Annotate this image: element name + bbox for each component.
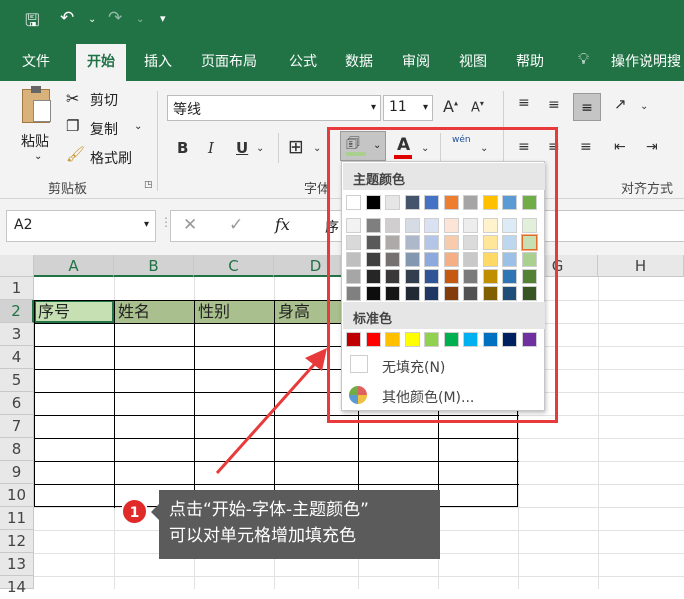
row-header[interactable]: 11 [0,507,34,530]
redo-icon[interactable]: ↷ [108,8,122,28]
tab-file[interactable]: 文件 [22,51,50,71]
step-badge: 1 [121,498,148,525]
format-painter-button[interactable]: 格式刷 [90,148,132,168]
align-middle-icon[interactable]: ≡ [548,97,560,113]
clipboard-group-label: 剪贴板 [48,182,88,197]
grow-font-icon[interactable]: A▴ [443,97,458,116]
table-header-cell[interactable]: 姓名 [114,300,150,323]
separator [278,133,279,163]
font-name-value: 等线 [173,102,201,118]
chevron-down-icon[interactable]: ⌄ [34,151,42,162]
paste-icon[interactable] [22,86,51,123]
row-header[interactable]: 8 [0,438,34,461]
save-icon[interactable]: 🖫 [25,8,39,37]
column-header-c[interactable]: C [194,255,274,277]
row-header[interactable]: 7 [0,415,34,438]
chevron-down-icon[interactable]: ⌄ [313,143,321,154]
select-all-corner[interactable] [0,255,34,277]
row-header[interactable]: 9 [0,461,34,484]
dialog-launcher-icon[interactable]: ◳ [144,180,153,190]
chevron-down-icon[interactable]: ⌄ [256,143,264,154]
paste-button[interactable]: 粘贴 [21,131,49,151]
row-header[interactable]: 6 [0,392,34,415]
enter-icon[interactable]: ✓ [229,215,243,235]
callout-pointer [151,504,159,520]
scissors-icon: ✂ [66,89,80,108]
row-header[interactable]: 12 [0,530,34,553]
row-header[interactable]: 3 [0,323,34,346]
underline-button[interactable]: U [236,139,248,157]
chevron-down-icon[interactable]: ⌄ [134,121,142,132]
cancel-icon[interactable]: ✕ [183,215,197,235]
quick-access-toolbar: 🖫 ↶ ⌄ ↷ ⌄ ▾ [0,0,684,40]
table-header-cell[interactable]: 身高 [274,300,310,323]
table-header-cell[interactable]: 序号 [34,300,70,323]
chevron-down-icon[interactable]: ▾ [371,102,376,113]
table-header-cell[interactable]: 性别 [194,300,230,323]
tab-help[interactable]: 帮助 [516,51,544,71]
column-header-a[interactable]: A [34,255,114,277]
chevron-down-icon[interactable]: ⌄ [640,101,648,112]
increase-indent-icon[interactable]: ⇥ [646,139,658,155]
italic-button[interactable]: I [208,139,214,157]
search-hint[interactable]: 操作说明搜 [611,51,681,71]
bold-button[interactable]: B [177,139,188,157]
chevron-down-icon[interactable]: ▾ [144,219,149,230]
highlight-box [327,127,558,423]
chevron-down-icon[interactable]: ▾ [423,102,428,113]
font-size-value: 11 [389,99,407,115]
shrink-font-icon[interactable]: A▾ [471,99,484,115]
tab-insert[interactable]: 插入 [144,51,172,71]
font-name-combo[interactable]: 等线 ▾ [167,95,381,121]
gridline [598,277,599,589]
alignment-group-label: 对齐方式 [621,182,674,197]
align-top-icon[interactable]: ≡ [518,95,530,111]
ribbon-tabs: 文件 开始 插入 页面布局 公式 数据 审阅 视图 帮助 💡︎ 操作说明搜 [0,40,684,81]
row-header[interactable]: 5 [0,369,34,392]
cut-button[interactable]: 剪切 [90,90,118,110]
tab-data[interactable]: 数据 [345,51,373,71]
row-header[interactable]: 10 [0,484,34,507]
callout-line-2: 可以对单元格增加填充色 [169,526,356,546]
customize-icon[interactable]: ▾ [160,12,166,25]
tab-home[interactable]: 开始 [76,44,126,81]
undo-icon[interactable]: ↶ [60,8,74,28]
copy-icon: ❐ [66,117,80,135]
align-bottom-button[interactable]: ≡ [573,93,601,121]
orientation-icon[interactable]: ↗ [614,95,627,113]
row-header[interactable]: 2 [0,300,34,323]
row-header[interactable]: 13 [0,553,34,576]
tab-formulas[interactable]: 公式 [289,51,317,71]
row-header[interactable]: 1 [0,277,34,300]
tab-page-layout[interactable]: 页面布局 [201,51,257,71]
name-box-value: A2 [14,217,33,233]
align-right-icon[interactable]: ≡ [580,139,592,155]
lightbulb-icon: 💡︎ [578,49,590,68]
borders-icon[interactable]: ⊞ [288,136,304,158]
name-box[interactable]: A2 ▾ [6,210,156,242]
column-header-h[interactable]: H [598,255,684,277]
separator [157,91,158,191]
instruction-callout: 点击“开始-字体-主题颜色” 可以对单元格增加填充色 [159,490,440,559]
callout-line-1: 点击“开始-字体-主题颜色” [169,500,369,520]
row-header[interactable]: 4 [0,346,34,369]
copy-button[interactable]: 复制 [90,119,118,139]
decrease-indent-icon[interactable]: ⇤ [614,139,626,155]
row-header[interactable]: 14 [0,576,34,596]
gridline [34,576,684,577]
brush-icon: 🖌︎ [66,145,86,163]
column-header-b[interactable]: B [114,255,194,277]
tab-view[interactable]: 视图 [459,51,487,71]
chevron-down-icon[interactable]: ⌄ [88,14,96,25]
tab-review[interactable]: 审阅 [402,51,430,71]
function-icon[interactable]: fx [275,215,290,234]
font-size-combo[interactable]: 11 ▾ [383,95,433,121]
chevron-down-icon[interactable]: ⌄ [136,14,144,25]
